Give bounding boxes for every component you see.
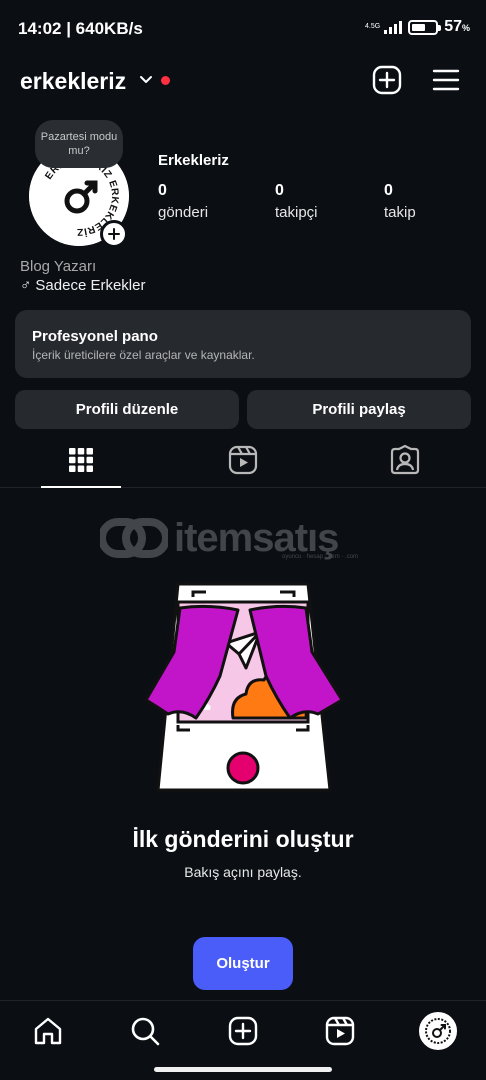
- add-story-button[interactable]: [100, 220, 128, 248]
- profile-avatar-icon[interactable]: [419, 1012, 457, 1050]
- chevron-down-icon[interactable]: [138, 72, 154, 88]
- profile-header: erkekleriz: [0, 60, 486, 104]
- share-profile-button[interactable]: Profili paylaş: [247, 390, 471, 429]
- battery-percent: 57%: [444, 18, 470, 35]
- edit-profile-button[interactable]: Profili düzenle: [15, 390, 239, 429]
- erkekleriz-mini-logo-icon: [421, 1014, 455, 1048]
- tagged-icon[interactable]: [389, 444, 421, 476]
- home-indicator[interactable]: [154, 1067, 332, 1072]
- signal-icon: [384, 20, 403, 34]
- dashboard-subtitle: İçerik üreticilere özel araçlar ve kayna…: [32, 348, 255, 362]
- create-icon[interactable]: [227, 1015, 259, 1047]
- active-tab-indicator: [41, 486, 121, 488]
- create-post-button[interactable]: Oluştur: [193, 937, 293, 990]
- home-icon[interactable]: [32, 1015, 64, 1047]
- chain-link-icon: [100, 518, 168, 558]
- watermark: itemsatış oyuncu · hesap · item · .com: [100, 514, 358, 562]
- time-speed: 14:02 | 640KB/s: [18, 19, 143, 38]
- hamburger-menu-icon[interactable]: [430, 64, 462, 96]
- network-type: 4.5G: [365, 23, 381, 30]
- bio-category: Blog Yazarı: [20, 258, 97, 275]
- stat-following[interactable]: 0 takip: [384, 182, 416, 221]
- note-bubble[interactable]: Pazartesi modu mu?: [35, 120, 123, 168]
- status-bar: 14:02 | 640KB/s 4.5G 57%: [0, 0, 486, 60]
- professional-dashboard-card[interactable]: Profesyonel pano İçerik üreticilere özel…: [15, 310, 471, 378]
- empty-state-title: İlk gönderini oluştur: [132, 826, 354, 852]
- reels-icon[interactable]: [324, 1015, 356, 1047]
- content-tabs: [0, 436, 486, 488]
- battery-icon: [408, 19, 442, 35]
- display-name: Erkekleriz: [158, 152, 229, 169]
- username-switcher[interactable]: erkekleriz: [20, 68, 126, 95]
- empty-state-subtitle: Bakış açını paylaş.: [184, 864, 302, 880]
- dashboard-title: Profesyonel pano: [32, 328, 158, 345]
- notification-dot: [161, 76, 170, 85]
- search-icon[interactable]: [129, 1015, 161, 1047]
- plus-icon: [108, 228, 120, 240]
- stat-posts[interactable]: 0 gönderi: [158, 182, 208, 221]
- reels-icon[interactable]: [227, 444, 259, 476]
- bio-text: ♂ Sadece Erkekler: [20, 277, 146, 294]
- grid-icon[interactable]: [65, 444, 97, 476]
- plus-square-icon[interactable]: [371, 64, 403, 96]
- watermark-sub: oyuncu · hesap · item · .com: [282, 554, 359, 560]
- create-post-illustration: [144, 582, 344, 792]
- stat-followers[interactable]: 0 takipçi: [275, 182, 318, 221]
